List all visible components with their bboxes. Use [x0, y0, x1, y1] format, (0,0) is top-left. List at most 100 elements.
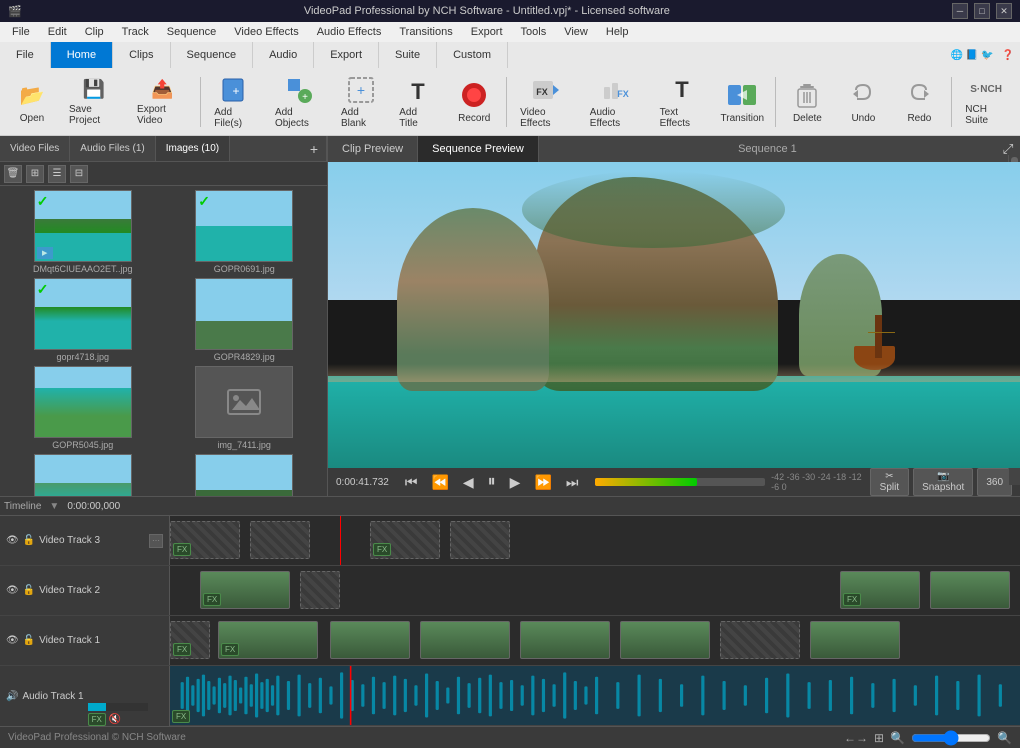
tab-custom[interactable]: Custom: [437, 42, 508, 68]
tab-add-media[interactable]: +: [302, 136, 327, 161]
help-icon[interactable]: ❓: [1002, 50, 1014, 61]
seek-bar[interactable]: [595, 478, 766, 486]
audio-effects-button[interactable]: FX Audio Effects: [583, 73, 649, 131]
rewind-button[interactable]: ◀: [459, 472, 478, 493]
add-files-button[interactable]: + Add File(s): [207, 73, 264, 131]
close-button[interactable]: ✕: [996, 3, 1012, 19]
menu-sequence[interactable]: Sequence: [159, 24, 225, 40]
clip-video-1d[interactable]: [420, 621, 510, 659]
maximize-button[interactable]: □: [974, 3, 990, 19]
tab-sequence[interactable]: Sequence: [171, 42, 254, 68]
delete-button[interactable]: Delete: [781, 73, 833, 131]
clip-empty-1g[interactable]: [720, 621, 800, 659]
tab-suite[interactable]: Suite: [379, 42, 437, 68]
list-view-button[interactable]: ☰: [48, 165, 66, 183]
next-frame-button[interactable]: ⏩: [530, 472, 555, 493]
clip-empty-1a[interactable]: FX: [170, 621, 210, 659]
play-pause-button[interactable]: ⏸: [484, 471, 500, 493]
go-end-button[interactable]: ⏭: [562, 472, 583, 493]
add-blank-button[interactable]: + Add Blank: [334, 73, 388, 131]
tab-audio[interactable]: Audio: [253, 42, 314, 68]
clip-video-2a[interactable]: FX: [200, 571, 290, 609]
clip-video-1e[interactable]: [520, 621, 610, 659]
track-eye-button[interactable]: 👁: [6, 635, 19, 646]
clip-video-2c[interactable]: FX: [840, 571, 920, 609]
list-item[interactable]: GOPR4829.jpg: [166, 278, 324, 362]
track-eye-button[interactable]: 👁: [6, 535, 19, 546]
clip-empty-4[interactable]: [450, 521, 510, 559]
save-project-button[interactable]: 💾 Save Project: [62, 73, 126, 131]
fit-button[interactable]: ⊞: [874, 731, 884, 745]
redo-button[interactable]: Redo: [893, 73, 945, 131]
tab-images[interactable]: Images (10): [156, 136, 230, 161]
clip-empty-1[interactable]: FX: [170, 521, 240, 559]
grid-view-button[interactable]: ⊞: [26, 165, 44, 183]
play-button[interactable]: ▶: [506, 472, 525, 493]
menu-export[interactable]: Export: [463, 24, 511, 40]
tab-clips[interactable]: Clips: [113, 42, 170, 68]
tab-audio-files[interactable]: Audio Files (1): [70, 136, 155, 161]
menu-clip[interactable]: Clip: [77, 24, 112, 40]
add-title-button[interactable]: T Add Title: [392, 73, 444, 131]
list-item[interactable]: img_7411.jpg: [166, 366, 324, 450]
snapshot-button[interactable]: 📷 Snapshot: [913, 468, 973, 496]
list-item[interactable]: [4, 454, 162, 496]
list-item[interactable]: ✓ gopr4718.jpg: [4, 278, 162, 362]
menu-file[interactable]: File: [4, 24, 38, 40]
zoom-slider[interactable]: [911, 730, 991, 746]
zoom-max-button[interactable]: 🔍: [997, 731, 1012, 745]
menu-edit[interactable]: Edit: [40, 24, 75, 40]
clip-preview-tab[interactable]: Clip Preview: [328, 136, 418, 162]
clip-video-1b[interactable]: FX: [218, 621, 318, 659]
video-effects-button[interactable]: FX Video Effects: [513, 73, 579, 131]
menu-audio-effects[interactable]: Audio Effects: [309, 24, 390, 40]
transition-button[interactable]: Transition: [716, 73, 768, 131]
track-mute-button[interactable]: 🔊: [6, 691, 18, 702]
track-eye-button[interactable]: 👁: [6, 585, 19, 596]
clip-empty-3[interactable]: FX: [370, 521, 440, 559]
clip-empty-2b[interactable]: [300, 571, 340, 609]
minimize-button[interactable]: ─: [952, 3, 968, 19]
sequence-preview-tab[interactable]: Sequence Preview: [418, 136, 539, 162]
export-video-button[interactable]: 📤 Export Video: [130, 73, 194, 131]
track-lock-button[interactable]: 🔓: [23, 535, 35, 546]
split-button[interactable]: ✂ Split: [870, 468, 909, 496]
menu-tools[interactable]: Tools: [513, 24, 555, 40]
tab-video-files[interactable]: Video Files: [0, 136, 70, 161]
menu-help[interactable]: Help: [598, 24, 637, 40]
vr360-button[interactable]: 360: [977, 468, 1012, 496]
zoom-in-button[interactable]: 🔍: [890, 731, 905, 745]
zoom-out-button[interactable]: ←→: [844, 731, 868, 745]
timeline-dropdown[interactable]: ▼: [49, 501, 59, 512]
tab-export[interactable]: Export: [314, 42, 379, 68]
tab-file[interactable]: File: [0, 42, 51, 68]
undo-button[interactable]: Undo: [837, 73, 889, 131]
nch-suite-button[interactable]: S·NCH NCH Suite: [958, 73, 1014, 131]
prev-frame-button[interactable]: ⏪: [427, 472, 452, 493]
clip-video-2d[interactable]: [930, 571, 1010, 609]
clip-video-1f[interactable]: [620, 621, 710, 659]
track-lock-button[interactable]: 🔓: [23, 635, 35, 646]
list-item[interactable]: GOPR5045.jpg: [4, 366, 162, 450]
list-item[interactable]: ✓ GOPR0691.jpg: [166, 190, 324, 274]
clip-video-1c[interactable]: [330, 621, 410, 659]
media-options-button[interactable]: ⊟: [70, 165, 88, 183]
clip-empty-2[interactable]: [250, 521, 310, 559]
list-item[interactable]: [166, 454, 324, 496]
text-effects-button[interactable]: T Text Effects: [653, 73, 712, 131]
mute-icon[interactable]: 🔇: [109, 714, 121, 725]
clip-video-1h[interactable]: [810, 621, 900, 659]
menu-view[interactable]: View: [556, 24, 596, 40]
list-item[interactable]: ✓ ▶ DMqt6CIUEAAO2ET..jpg: [4, 190, 162, 274]
open-button[interactable]: 📂 Open: [6, 73, 58, 131]
track-lock-button[interactable]: 🔓: [23, 585, 35, 596]
menu-video-effects[interactable]: Video Effects: [226, 24, 306, 40]
go-start-button[interactable]: ⏮: [401, 472, 422, 493]
record-button[interactable]: Record: [448, 73, 500, 131]
menu-track[interactable]: Track: [114, 24, 157, 40]
track-options[interactable]: ⋯: [149, 534, 163, 548]
add-objects-button[interactable]: + Add Objects: [268, 73, 330, 131]
delete-media-button[interactable]: 🗑: [4, 165, 22, 183]
menu-transitions[interactable]: Transitions: [391, 24, 460, 40]
tab-home[interactable]: Home: [51, 42, 113, 68]
